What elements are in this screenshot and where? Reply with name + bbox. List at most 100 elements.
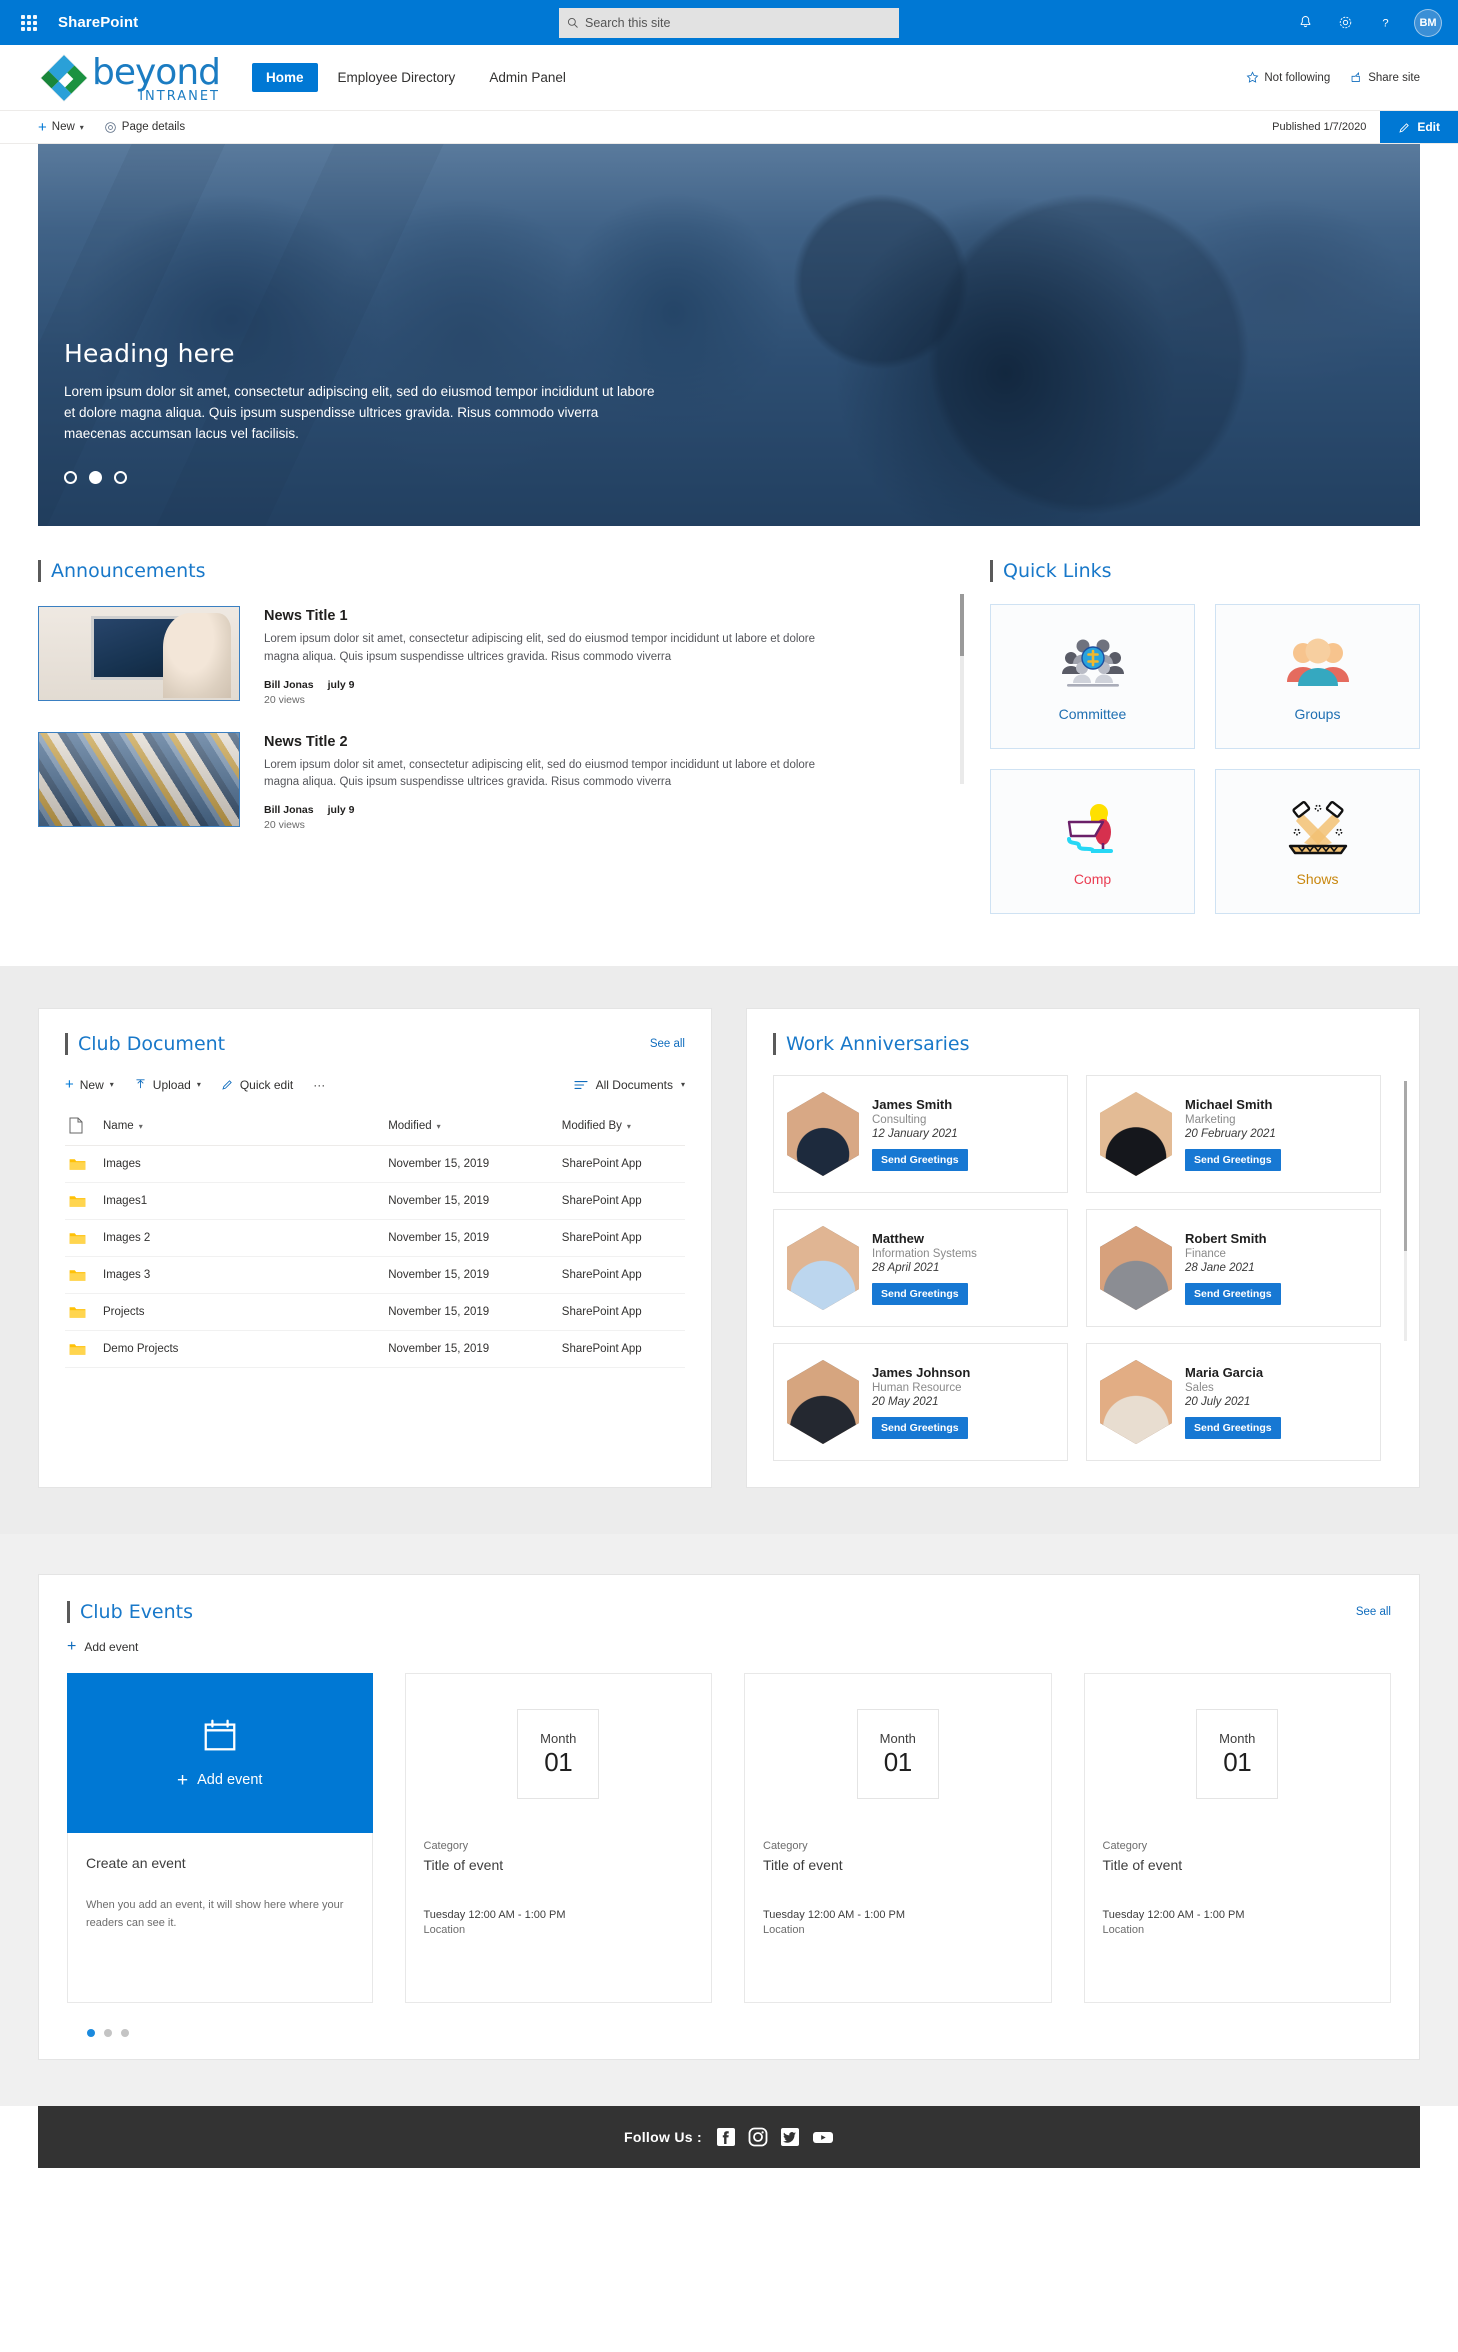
table-row[interactable]: Images November 15, 2019 SharePoint App xyxy=(65,1145,685,1183)
gear-icon[interactable] xyxy=(1334,12,1356,34)
suite-title[interactable]: SharePoint xyxy=(58,14,138,31)
table-row[interactable]: Images1 November 15, 2019 SharePoint App xyxy=(65,1182,685,1220)
docs-quick-edit-button[interactable]: Quick edit xyxy=(221,1078,293,1092)
edit-button[interactable]: Edit xyxy=(1380,111,1458,143)
question-icon[interactable]: ? xyxy=(1374,12,1396,34)
view-list-icon xyxy=(574,1080,588,1089)
row-name[interactable]: Images xyxy=(99,1145,385,1183)
anniversary-date: 20 July 2021 xyxy=(1185,1396,1251,1408)
row-folder-icon-cell xyxy=(65,1330,99,1368)
docs-view-selector[interactable]: All Documents ▾ xyxy=(574,1078,685,1092)
send-greetings-button[interactable]: Send Greetings xyxy=(872,1417,968,1439)
youtube-icon[interactable] xyxy=(812,2127,834,2147)
avatar[interactable]: BM xyxy=(1414,8,1442,37)
nav-item-admin-panel[interactable]: Admin Panel xyxy=(475,63,580,92)
event-time: Tuesday 12:00 AM - 1:00 PM xyxy=(423,1909,566,1921)
docs-new-label: New xyxy=(79,1077,104,1092)
hero-dot-3[interactable] xyxy=(114,471,127,484)
site-logo[interactable]: beyond INTRANET xyxy=(38,52,221,104)
not-following-button[interactable]: Not following xyxy=(1246,71,1330,84)
send-greetings-button[interactable]: Send Greetings xyxy=(1185,1417,1281,1439)
row-name[interactable]: Demo Projects xyxy=(99,1330,385,1368)
add-event-link[interactable]: + Add event xyxy=(67,1639,1391,1655)
bell-icon[interactable] xyxy=(1294,12,1316,34)
send-greetings-button[interactable]: Send Greetings xyxy=(1185,1149,1281,1171)
send-greetings-button[interactable]: Send Greetings xyxy=(1185,1283,1281,1305)
quick-link-groups[interactable]: Groups xyxy=(1215,604,1420,749)
announcement-item[interactable]: News Title 2 Lorem ipsum dolor sit amet,… xyxy=(38,731,946,831)
hero-body: Lorem ipsum dolor sit amet, consectetur … xyxy=(64,384,655,442)
twitter-icon[interactable] xyxy=(780,2127,800,2147)
instagram-icon[interactable] xyxy=(748,2127,768,2147)
add-event-tile-label-wrap: + Add event xyxy=(177,1771,262,1790)
column-name[interactable]: Name ▾ xyxy=(99,1106,385,1146)
column-modified-by-label: Modified By xyxy=(561,1119,622,1132)
table-row[interactable]: Projects November 15, 2019 SharePoint Ap… xyxy=(65,1293,685,1331)
anniversary-name: Michael Smith xyxy=(1185,1097,1273,1112)
avatar xyxy=(784,1226,862,1310)
row-name[interactable]: Images 2 xyxy=(99,1219,385,1257)
row-modified: November 15, 2019 xyxy=(384,1330,558,1368)
column-modified-by[interactable]: Modified By ▾ xyxy=(557,1106,685,1146)
announcements-scrollbar[interactable] xyxy=(960,594,964,784)
nav-item-home[interactable]: Home xyxy=(252,63,318,92)
anniversary-card[interactable]: Michael Smith Marketing 20 February 2021… xyxy=(1086,1075,1381,1193)
hero-dot-2[interactable] xyxy=(89,471,102,484)
table-row[interactable]: Images 3 November 15, 2019 SharePoint Ap… xyxy=(65,1256,685,1294)
column-file-type[interactable] xyxy=(65,1106,99,1146)
page-details-button[interactable]: Page details xyxy=(104,121,185,134)
anniversary-card[interactable]: Robert Smith Finance 28 Jane 2021 Send G… xyxy=(1086,1209,1381,1327)
column-modified[interactable]: Modified ▾ xyxy=(384,1106,558,1146)
events-dot-2[interactable] xyxy=(104,2029,112,2037)
event-card[interactable]: Month 01 Category Title of event Tuesday… xyxy=(404,1673,712,2003)
app-launcher-icon[interactable] xyxy=(16,10,42,36)
row-name[interactable]: Images1 xyxy=(99,1182,385,1220)
event-card[interactable]: Month 01 Category Title of event Tuesday… xyxy=(744,1673,1052,2003)
table-row[interactable]: Demo Projects November 15, 2019 SharePoi… xyxy=(65,1330,685,1368)
docs-upload-label: Upload xyxy=(152,1077,191,1092)
avatar xyxy=(1097,1092,1175,1176)
event-body: Category Title of event Tuesday 12:00 AM… xyxy=(406,1834,712,2002)
anniversaries-scrollbar[interactable] xyxy=(1404,1081,1407,1341)
pencil-icon xyxy=(1399,122,1410,133)
docs-more-button[interactable]: ··· xyxy=(313,1078,325,1092)
anniversary-department: Human Resource xyxy=(872,1382,962,1394)
club-document-see-all[interactable]: See all xyxy=(650,1038,685,1050)
chevron-down-icon: ▾ xyxy=(196,1080,201,1089)
send-greetings-button[interactable]: Send Greetings xyxy=(872,1283,968,1305)
event-card[interactable]: Month 01 Category Title of event Tuesday… xyxy=(1083,1673,1391,2003)
announcement-date: july 9 xyxy=(327,804,355,817)
events-dot-1[interactable] xyxy=(87,2029,95,2037)
event-day: 01 xyxy=(883,1746,912,1777)
search-input[interactable] xyxy=(585,15,891,30)
anniversary-card[interactable]: James Smith Consulting 12 January 2021 S… xyxy=(773,1075,1068,1193)
anniversary-department: Sales xyxy=(1185,1382,1214,1394)
quick-link-shows[interactable]: Shows xyxy=(1215,769,1420,914)
row-name[interactable]: Projects xyxy=(99,1293,385,1331)
send-greetings-button[interactable]: Send Greetings xyxy=(872,1149,968,1171)
add-event-tile[interactable]: + Add event xyxy=(67,1673,373,1833)
quick-link-comp[interactable]: Comp xyxy=(990,769,1195,914)
anniversary-card[interactable]: Matthew Information Systems 28 April 202… xyxy=(773,1209,1068,1327)
docs-upload-button[interactable]: Upload ▾ xyxy=(134,1078,201,1092)
events-carousel-dots xyxy=(67,2029,1391,2037)
share-site-button[interactable]: Share site xyxy=(1350,71,1420,84)
docs-new-button[interactable]: + New ▾ xyxy=(65,1077,114,1092)
row-name[interactable]: Images 3 xyxy=(99,1256,385,1294)
documents-table: Name ▾ Modified ▾ Modified By ▾ Images N… xyxy=(65,1106,685,1368)
facebook-icon[interactable] xyxy=(716,2127,736,2147)
quick-link-committee[interactable]: Committee xyxy=(990,604,1195,749)
avatar xyxy=(1097,1360,1175,1444)
new-button[interactable]: + New ▾ xyxy=(38,120,84,135)
create-event-card[interactable]: + Add event Create an event When you add… xyxy=(67,1673,373,2003)
announcement-item[interactable]: News Title 1 Lorem ipsum dolor sit amet,… xyxy=(38,606,946,706)
events-dot-3[interactable] xyxy=(121,2029,129,2037)
table-row[interactable]: Images 2 November 15, 2019 SharePoint Ap… xyxy=(65,1219,685,1257)
nav-item-employee-directory[interactable]: Employee Directory xyxy=(324,63,470,92)
hero-dot-1[interactable] xyxy=(64,471,77,484)
quick-links-title: Quick Links xyxy=(990,560,1420,582)
club-events-see-all[interactable]: See all xyxy=(1356,1606,1391,1618)
suite-search-box[interactable] xyxy=(559,7,899,38)
anniversary-card[interactable]: James Johnson Human Resource 20 May 2021… xyxy=(773,1343,1068,1461)
anniversary-card[interactable]: Maria Garcia Sales 20 July 2021 Send Gre… xyxy=(1086,1343,1381,1461)
